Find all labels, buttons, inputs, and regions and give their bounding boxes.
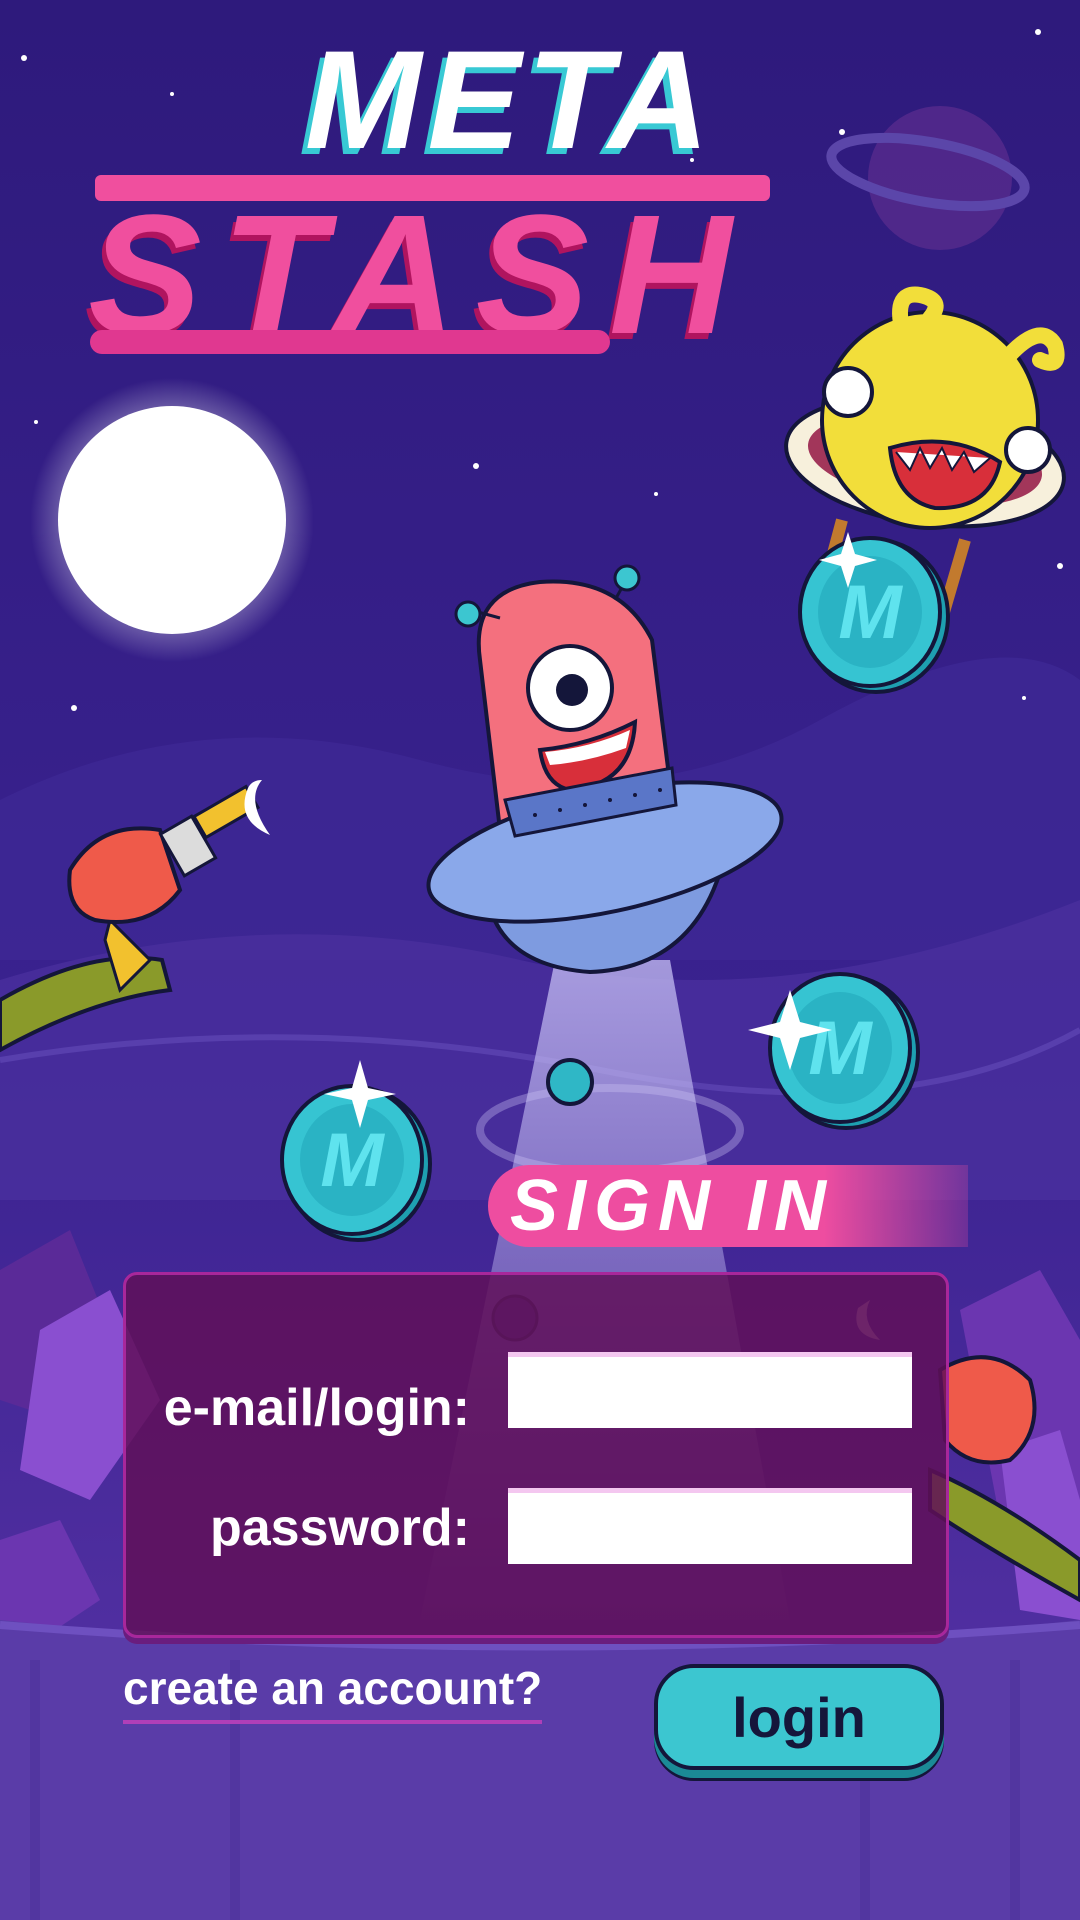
- title-underline-bottom: [90, 330, 610, 354]
- sign-in-heading: SIGN IN: [510, 1166, 835, 1246]
- moon-icon: [30, 378, 314, 662]
- login-form-panel: [123, 1272, 949, 1638]
- email-label: e-mail/login:: [163, 1379, 470, 1437]
- coin-icon: [798, 536, 950, 694]
- password-label: password:: [209, 1499, 470, 1557]
- create-account-link[interactable]: create an account?: [123, 1660, 543, 1724]
- password-field[interactable]: [508, 1488, 912, 1564]
- game-screen: META STASH SIGN IN e-mail/login: passwor…: [0, 0, 1080, 1920]
- login-button[interactable]: login: [654, 1664, 944, 1770]
- email-field[interactable]: [508, 1352, 912, 1428]
- game-title-meta: META: [304, 21, 716, 178]
